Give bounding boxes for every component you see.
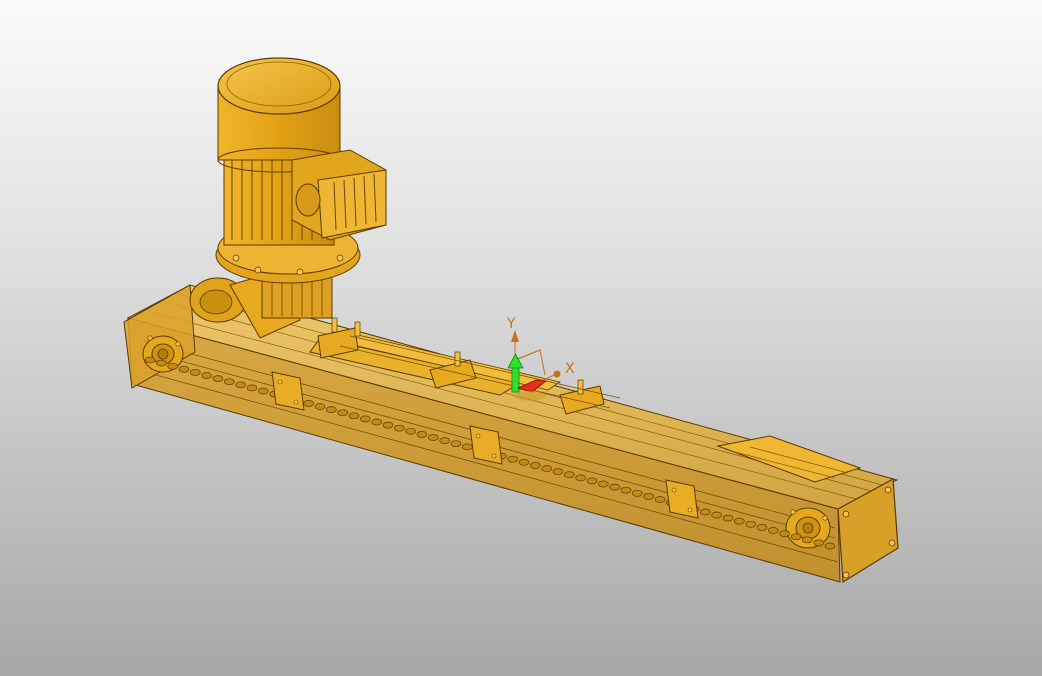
chain-link	[416, 431, 428, 438]
chain-link	[575, 474, 587, 482]
chain-link	[643, 493, 655, 500]
electric-motor	[215, 57, 387, 284]
chain-link	[586, 477, 598, 485]
chain-link	[711, 511, 723, 519]
chain-link	[337, 409, 349, 417]
chain-link	[631, 489, 643, 497]
chain-link	[609, 483, 621, 491]
3d-viewport[interactable]: Y X	[0, 0, 1042, 676]
support-bracket	[469, 425, 503, 465]
triad-y-label: Y	[506, 316, 516, 332]
chain-link	[325, 406, 337, 413]
chain-link	[246, 384, 258, 392]
chain-link	[235, 381, 247, 389]
chain-link	[405, 427, 417, 435]
chain-link	[767, 527, 779, 534]
chain-link	[654, 496, 666, 503]
chain-link	[597, 480, 609, 488]
chain-link	[756, 524, 768, 531]
chain-link	[223, 378, 235, 386]
chain-link	[745, 520, 757, 528]
chain-link	[189, 369, 201, 376]
chain-link	[450, 440, 462, 448]
chain-link	[314, 403, 326, 410]
chain-link	[155, 359, 167, 367]
chain-link	[371, 418, 383, 426]
chain-link	[348, 412, 360, 420]
chain-link	[518, 458, 530, 466]
chain-link	[178, 365, 190, 373]
chain-link	[552, 468, 564, 475]
triad-x-label: X	[565, 361, 575, 377]
chain-link	[167, 362, 179, 370]
chain-link	[427, 434, 439, 441]
terminal-box	[291, 149, 387, 241]
chain-link	[813, 539, 825, 547]
chain-link	[393, 424, 405, 432]
chain-link	[779, 530, 791, 537]
chain-link	[699, 508, 711, 516]
chain-link	[144, 356, 156, 364]
support-bracket	[665, 479, 699, 519]
support-bracket	[271, 371, 305, 411]
chain-link	[733, 517, 745, 525]
chain-link	[439, 437, 451, 444]
chain-link	[620, 486, 632, 494]
chain-link	[212, 375, 224, 382]
chain-link	[461, 443, 473, 451]
chain-link	[722, 514, 734, 522]
chain-link	[801, 536, 813, 544]
chain-link	[303, 400, 315, 407]
chain-link	[563, 471, 575, 479]
chain-link	[790, 533, 802, 541]
chain-link	[529, 462, 541, 469]
chain-link	[541, 465, 553, 472]
chain-link	[201, 372, 213, 379]
chain-link	[824, 542, 836, 550]
chain-link	[507, 455, 519, 463]
3d-model-scene[interactable]: Y X	[0, 0, 1042, 676]
chain-link	[382, 421, 394, 429]
chain-link	[257, 387, 269, 395]
chain-link	[359, 415, 371, 423]
